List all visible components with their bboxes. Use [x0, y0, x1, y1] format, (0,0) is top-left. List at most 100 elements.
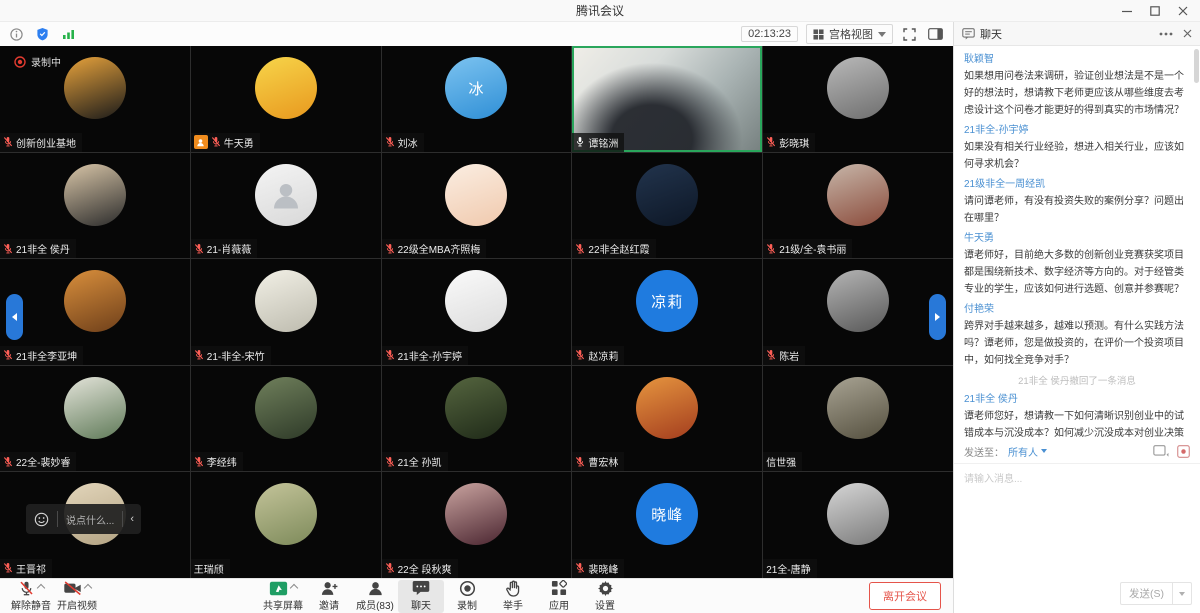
video-tile[interactable]: 冰 刘冰 — [382, 46, 572, 152]
avatar — [636, 377, 698, 439]
participant-name: 21非全李亚坤 — [16, 348, 77, 363]
microphone-muted-icon — [766, 349, 776, 361]
video-tile[interactable]: 曹宏林 — [572, 366, 762, 472]
video-tile[interactable]: 21非全李亚坤 — [0, 259, 190, 365]
chat-bubble-icon — [412, 580, 430, 596]
video-tile[interactable]: 21非全 侯丹 — [0, 153, 190, 259]
microphone-muted-icon — [575, 349, 585, 361]
video-tile[interactable]: 李经纬 — [191, 366, 381, 472]
chat-button[interactable]: 聊天 — [398, 580, 444, 613]
mic-options-chevron[interactable] — [37, 584, 45, 592]
share-screen-button[interactable]: 共享屏幕 — [260, 580, 306, 613]
video-tile[interactable]: 谭铭洲 — [572, 46, 762, 152]
send-options-chevron[interactable] — [1173, 589, 1191, 599]
participant-name: 22全-裴妙睿 — [16, 454, 70, 469]
fullscreen-button[interactable] — [901, 26, 918, 43]
view-mode-dropdown[interactable]: 宫格视图 — [806, 24, 893, 44]
participant-name: 21级/全-袁书丽 — [779, 241, 846, 256]
video-tile[interactable]: 凉莉 赵凉莉 — [572, 259, 762, 365]
security-button[interactable] — [34, 25, 51, 43]
avatar — [827, 57, 889, 119]
participant-label: 21全-唐静 — [763, 559, 816, 578]
video-tile[interactable]: 21全 孙凯 — [382, 366, 572, 472]
share-options-chevron[interactable] — [290, 584, 298, 592]
invite-button[interactable]: 邀请 — [306, 580, 352, 613]
screenshot-icon[interactable] — [1177, 445, 1190, 458]
settings-button[interactable]: 设置 — [582, 580, 628, 613]
video-tile[interactable]: 21-非全-宋竹 — [191, 259, 381, 365]
avatar — [64, 57, 126, 119]
video-tile[interactable]: 21级/全-袁书丽 — [763, 153, 953, 259]
message-input[interactable] — [964, 470, 1190, 578]
video-tile[interactable]: 22非全赵红霞 — [572, 153, 762, 259]
apps-button[interactable]: 应用 — [536, 580, 582, 613]
meeting-toolbar: 02:13:23 宫格视图 — [0, 22, 953, 46]
video-tile[interactable]: 22全-裴妙睿 — [0, 366, 190, 472]
message-text: 跨界对手越来越多，越难以预测。有什么实践方法吗？谭老师，您是做投资的，在评价一个… — [964, 318, 1190, 369]
emoji-reaction-button[interactable] — [26, 504, 57, 534]
next-page-button[interactable] — [929, 294, 946, 340]
record-button[interactable]: 录制 — [444, 580, 490, 613]
video-tile[interactable]: 22全 段秋爽 — [382, 472, 572, 578]
participant-label: 牛天勇 — [191, 133, 260, 152]
video-tile[interactable]: 21-肖薇薇 — [191, 153, 381, 259]
close-button[interactable] — [1172, 2, 1194, 20]
start-video-button[interactable]: 开启视频 — [54, 580, 100, 613]
grid-view-icon — [813, 29, 824, 40]
maximize-button[interactable] — [1144, 2, 1166, 20]
video-tile[interactable]: 21全-唐静 — [763, 472, 953, 578]
members-button[interactable]: 成员(83) — [352, 580, 398, 613]
avatar — [64, 270, 126, 332]
participant-label: 彭晓琪 — [763, 133, 815, 152]
video-grid: 创新创业基地 牛天勇 冰 刘冰 — [0, 46, 953, 578]
previous-page-button[interactable] — [6, 294, 23, 340]
more-options-icon[interactable] — [1159, 32, 1173, 36]
send-button[interactable]: 发送(S) — [1120, 582, 1192, 605]
video-tile[interactable]: 牛天勇 — [191, 46, 381, 152]
microphone-muted-icon — [194, 349, 204, 361]
microphone-muted-icon — [194, 243, 204, 255]
leave-meeting-button[interactable]: 离开会议 — [869, 582, 941, 610]
avatar — [445, 483, 507, 545]
video-tile[interactable]: 信世强 — [763, 366, 953, 472]
video-tile[interactable]: 21非全-孙宇婷 — [382, 259, 572, 365]
message-author: 21级非全一周经凯 — [964, 176, 1190, 193]
system-message: 21非全 侯丹撤回了一条消息 — [964, 372, 1190, 391]
close-chat-icon[interactable] — [1183, 29, 1192, 38]
participant-label: 22全 段秋爽 — [382, 559, 458, 578]
minimize-button[interactable] — [1116, 2, 1138, 20]
avatar — [445, 270, 507, 332]
avatar — [636, 164, 698, 226]
unmute-button[interactable]: 解除静音 — [8, 580, 54, 613]
microphone-on-icon — [575, 136, 585, 148]
collapse-reaction-bar-button[interactable]: ‹ — [123, 513, 141, 525]
video-options-chevron[interactable] — [84, 584, 92, 592]
participant-label: 赵凉莉 — [572, 346, 624, 365]
camera-off-icon — [63, 580, 82, 596]
participant-label: 21非全-孙宇婷 — [382, 346, 468, 365]
avatar — [255, 483, 317, 545]
members-icon — [367, 580, 384, 597]
say-something-input[interactable]: 说点什么... — [58, 504, 122, 534]
participant-label: 王瑞颀 — [191, 559, 230, 578]
participant-label: 王晋祁 — [0, 559, 52, 578]
chat-panel-title: 聊天 — [980, 26, 1002, 42]
meeting-info-button[interactable] — [8, 26, 25, 43]
network-status-button[interactable] — [60, 26, 78, 42]
microphone-muted-icon — [385, 243, 395, 255]
participant-name: 21-肖薇薇 — [207, 241, 251, 256]
chat-message-list[interactable]: 耿颖智 如果想用问卷法来调研，验证创业想法是不是一个好的想法时，想请教下老师更应… — [954, 46, 1200, 439]
video-tile[interactable]: 陈岩 — [763, 259, 953, 365]
side-panel-toggle-button[interactable] — [926, 26, 945, 42]
video-tile[interactable]: 王瑞颀 — [191, 472, 381, 578]
video-tile[interactable]: 晓峰 裴晓峰 — [572, 472, 762, 578]
video-tile[interactable]: 22级全MBA齐照梅 — [382, 153, 572, 259]
video-tile[interactable]: 彭晓琪 — [763, 46, 953, 152]
chat-record-icon[interactable] — [1153, 445, 1169, 458]
participant-name: 彭晓琪 — [779, 135, 809, 150]
raise-hand-button[interactable]: 举手 — [490, 580, 536, 613]
avatar-label: 晓峰 — [651, 504, 683, 525]
chat-message: 耿颖智 如果想用问卷法来调研，验证创业想法是不是一个好的想法时，想请教下老师更应… — [964, 51, 1190, 119]
avatar — [445, 377, 507, 439]
send-to-selector[interactable]: 所有人 — [1008, 444, 1047, 459]
